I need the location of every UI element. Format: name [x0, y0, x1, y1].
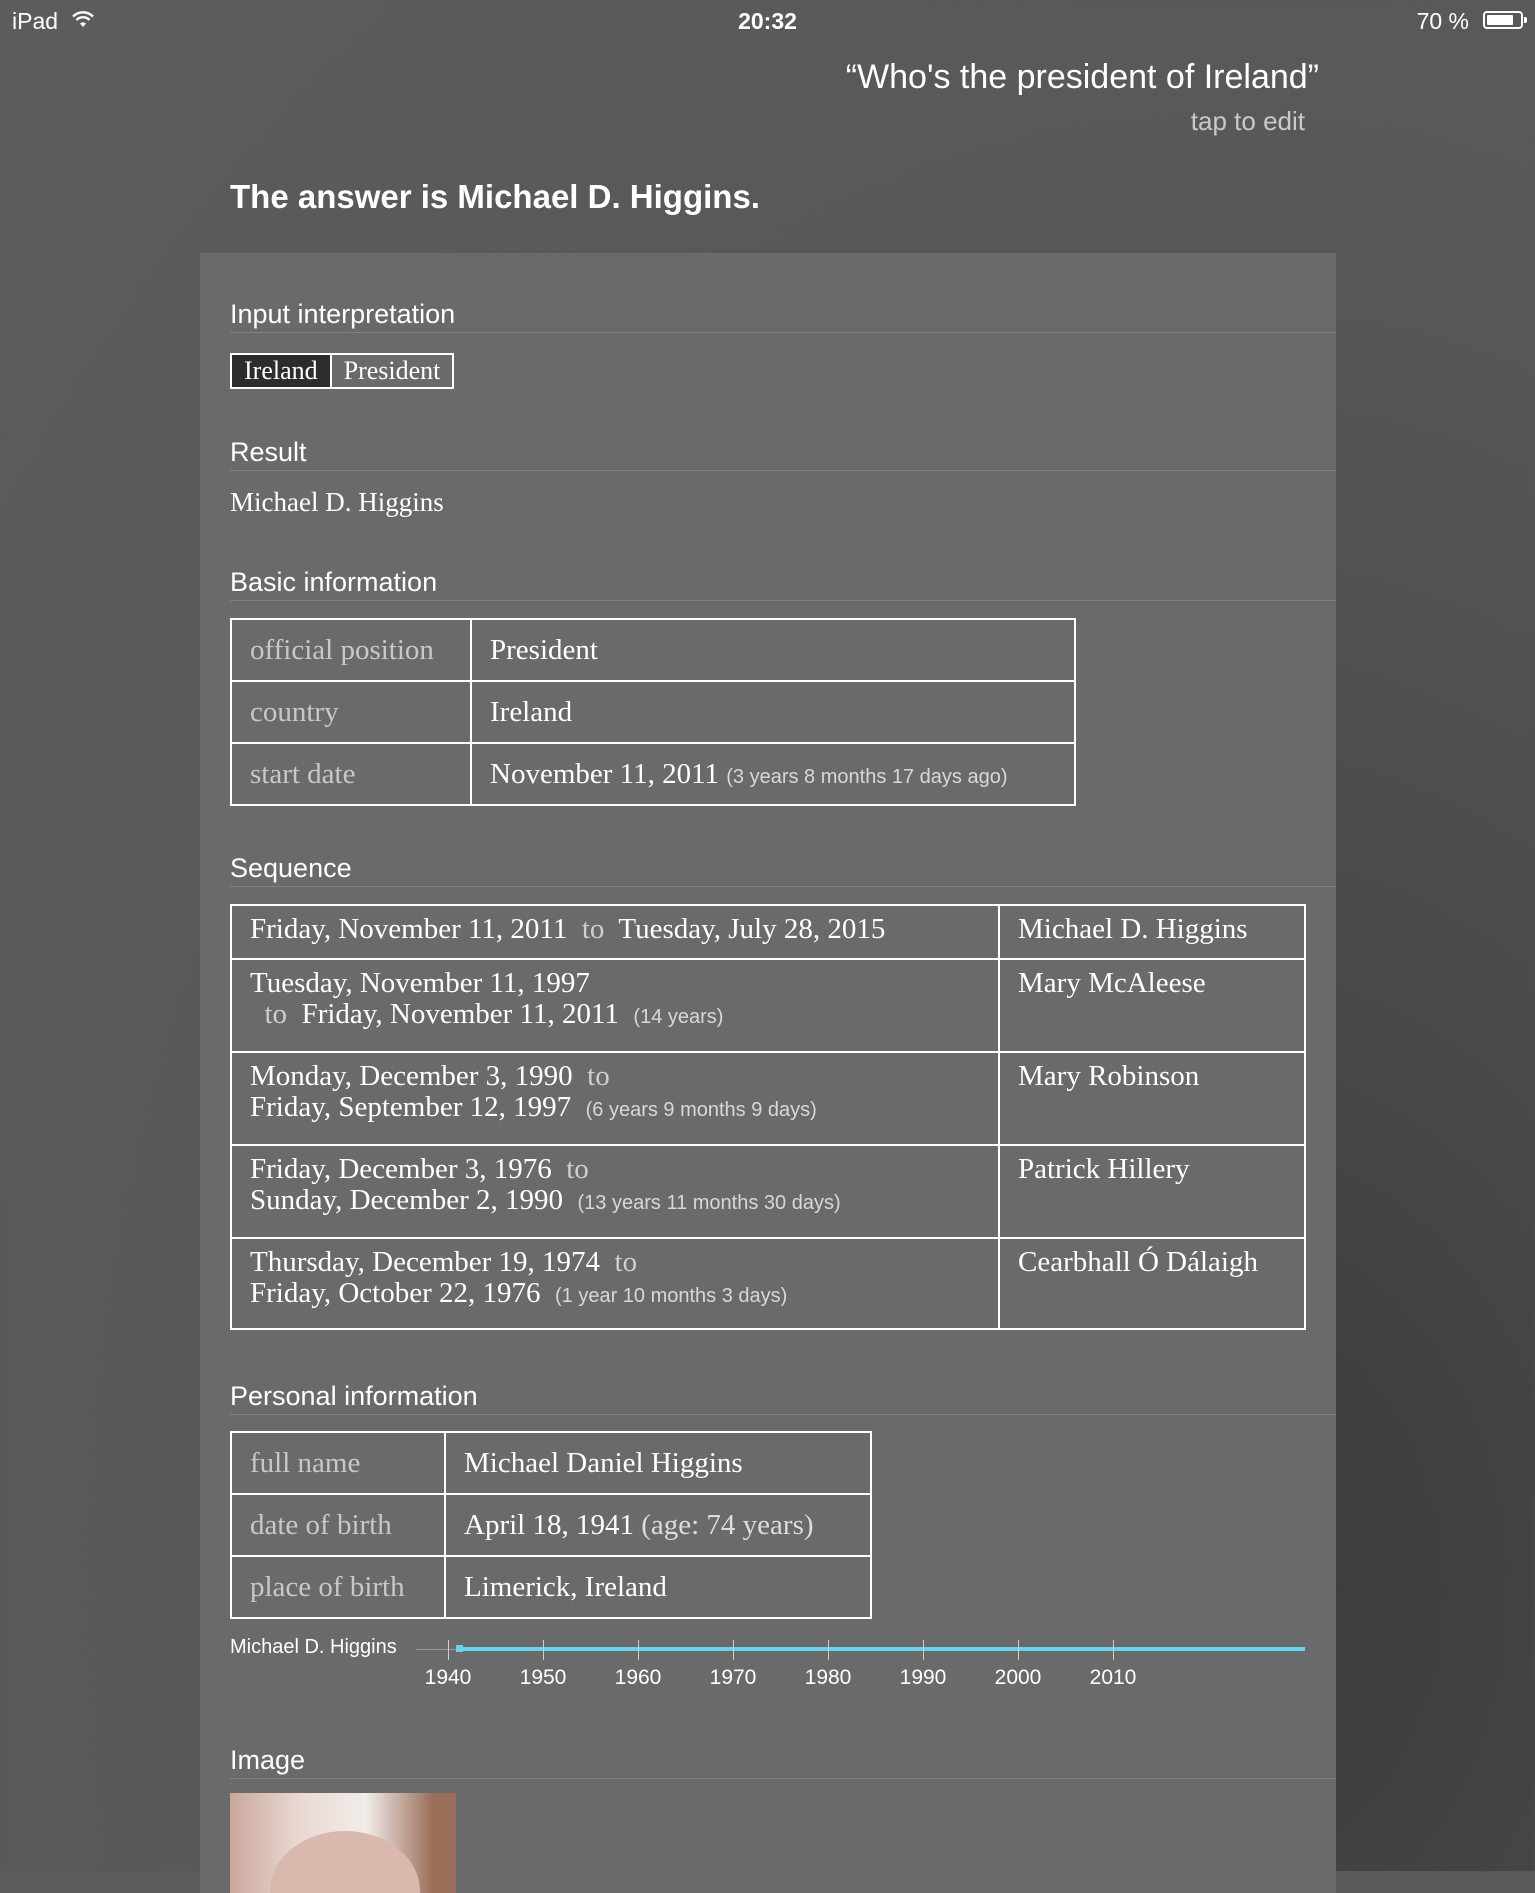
- wolfram-result-panel[interactable]: Input interpretation Ireland President R…: [200, 253, 1336, 1893]
- timeline-tick: [543, 1640, 544, 1660]
- row-note: (age: 74 years): [641, 1508, 814, 1541]
- timeline-tick-label: 2010: [1089, 1666, 1137, 1689]
- row-value: President: [470, 618, 1076, 682]
- divider: [230, 470, 1336, 471]
- divider: [230, 1414, 1336, 1415]
- president-name: Patrick Hillery: [998, 1144, 1306, 1239]
- row-value: Ireland: [470, 680, 1076, 744]
- timeline-tick: [448, 1640, 449, 1660]
- row-label: official position: [230, 618, 472, 682]
- timeline-tick: [828, 1640, 829, 1660]
- table-row: full name Michael Daniel Higgins: [230, 1431, 872, 1495]
- timeline-tick-label: 2000: [994, 1666, 1042, 1689]
- date-range: Thursday, December 19, 1974 to Friday, O…: [230, 1237, 1000, 1330]
- table-row: date of birth April 18, 1941 (age: 74 ye…: [230, 1493, 872, 1557]
- date-range: Friday, December 3, 1976 to Sunday, Dece…: [230, 1144, 1000, 1239]
- row-label: start date: [230, 742, 472, 806]
- table-row: country Ireland: [230, 680, 1076, 744]
- timeline-tick-label: 1990: [899, 1666, 947, 1689]
- row-value: April 18, 1941 (age: 74 years): [444, 1493, 872, 1557]
- date-range: Tuesday, November 11, 1997 to Friday, No…: [230, 958, 1000, 1053]
- personal-information-table: full name Michael Daniel Higgins date of…: [230, 1431, 872, 1619]
- personal-information-title: Personal information: [230, 1381, 478, 1411]
- table-row: place of birth Limerick, Ireland: [230, 1555, 872, 1619]
- timeline-label: Michael D. Higgins: [230, 1636, 397, 1658]
- timeline-tick-label: 1980: [804, 1666, 852, 1689]
- date-range: Monday, December 3, 1990 to Friday, Sept…: [230, 1051, 1000, 1146]
- date-range: Friday, November 11, 2011 to Tuesday, Ju…: [230, 904, 1000, 960]
- timeline-tick-label: 1950: [519, 1666, 567, 1689]
- row-value: Michael Daniel Higgins: [444, 1431, 872, 1495]
- siri-answer: The answer is Michael D. Higgins.: [230, 178, 760, 215]
- sequence-title: Sequence: [230, 853, 352, 883]
- timeline-bar: [459, 1647, 1305, 1651]
- siri-query[interactable]: “Who's the president of Ireland”: [846, 58, 1319, 97]
- timeline-tick-label: 1940: [424, 1666, 472, 1689]
- president-name: Mary Robinson: [998, 1051, 1306, 1146]
- row-label: country: [230, 680, 472, 744]
- divider: [230, 600, 1336, 601]
- president-name: Mary McAleese: [998, 958, 1306, 1053]
- table-row: Friday, December 3, 1976 to Sunday, Dece…: [230, 1144, 1306, 1239]
- interpretation-chips: Ireland President: [230, 353, 455, 389]
- timeline-tick-label: 1970: [709, 1666, 757, 1689]
- table-row: Friday, November 11, 2011 to Tuesday, Ju…: [230, 904, 1306, 960]
- timeline-tick: [1113, 1640, 1114, 1660]
- table-row: start date November 11, 2011 (3 years 8 …: [230, 742, 1076, 806]
- timeline-tick-label: 1960: [614, 1666, 662, 1689]
- sequence-table: Friday, November 11, 2011 to Tuesday, Ju…: [230, 904, 1306, 1330]
- president-name: Cearbhall Ó Dálaigh: [998, 1237, 1306, 1330]
- basic-information-title: Basic information: [230, 567, 438, 597]
- timeline-tick: [638, 1640, 639, 1660]
- row-value: November 11, 2011 (3 years 8 months 17 d…: [470, 742, 1076, 806]
- timeline-start-marker: [456, 1645, 463, 1652]
- president-name: Michael D. Higgins: [998, 904, 1306, 960]
- status-bar: iPad 20:32 70 %: [0, 0, 1535, 42]
- table-row: Thursday, December 19, 1974 to Friday, O…: [230, 1237, 1306, 1330]
- tap-to-edit-link[interactable]: tap to edit: [1191, 106, 1305, 137]
- battery-icon: [1483, 11, 1527, 29]
- president-photo: [230, 1793, 456, 1893]
- lifespan-timeline: Michael D. Higgins 1940 1950 1960 1970 1980 1…: [230, 1636, 1305, 1716]
- row-label: full name: [230, 1431, 446, 1495]
- result-value: Michael D. Higgins: [230, 487, 444, 517]
- timeline-tick: [1018, 1640, 1019, 1660]
- row-note: (3 years 8 months 17 days ago): [726, 765, 1008, 788]
- basic-information-table: official position President country Irel…: [230, 618, 1076, 806]
- row-label: place of birth: [230, 1555, 446, 1619]
- chip-president: President: [343, 356, 441, 385]
- divider: [230, 886, 1336, 887]
- timeline-tick: [733, 1640, 734, 1660]
- divider: [230, 332, 1336, 333]
- chip-ireland: Ireland: [232, 355, 332, 387]
- image-title: Image: [230, 1745, 306, 1775]
- clock: 20:32: [738, 8, 797, 34]
- timeline-tick: [923, 1640, 924, 1660]
- divider: [230, 1778, 1336, 1779]
- row-label: date of birth: [230, 1493, 446, 1557]
- table-row: official position President: [230, 618, 1076, 682]
- battery-percent: 70 %: [1416, 8, 1469, 34]
- table-row: Tuesday, November 11, 1997 to Friday, No…: [230, 958, 1306, 1053]
- result-title: Result: [230, 437, 307, 467]
- row-value: Limerick, Ireland: [444, 1555, 872, 1619]
- input-interpretation-title: Input interpretation: [230, 299, 456, 329]
- table-row: Monday, December 3, 1990 to Friday, Sept…: [230, 1051, 1306, 1146]
